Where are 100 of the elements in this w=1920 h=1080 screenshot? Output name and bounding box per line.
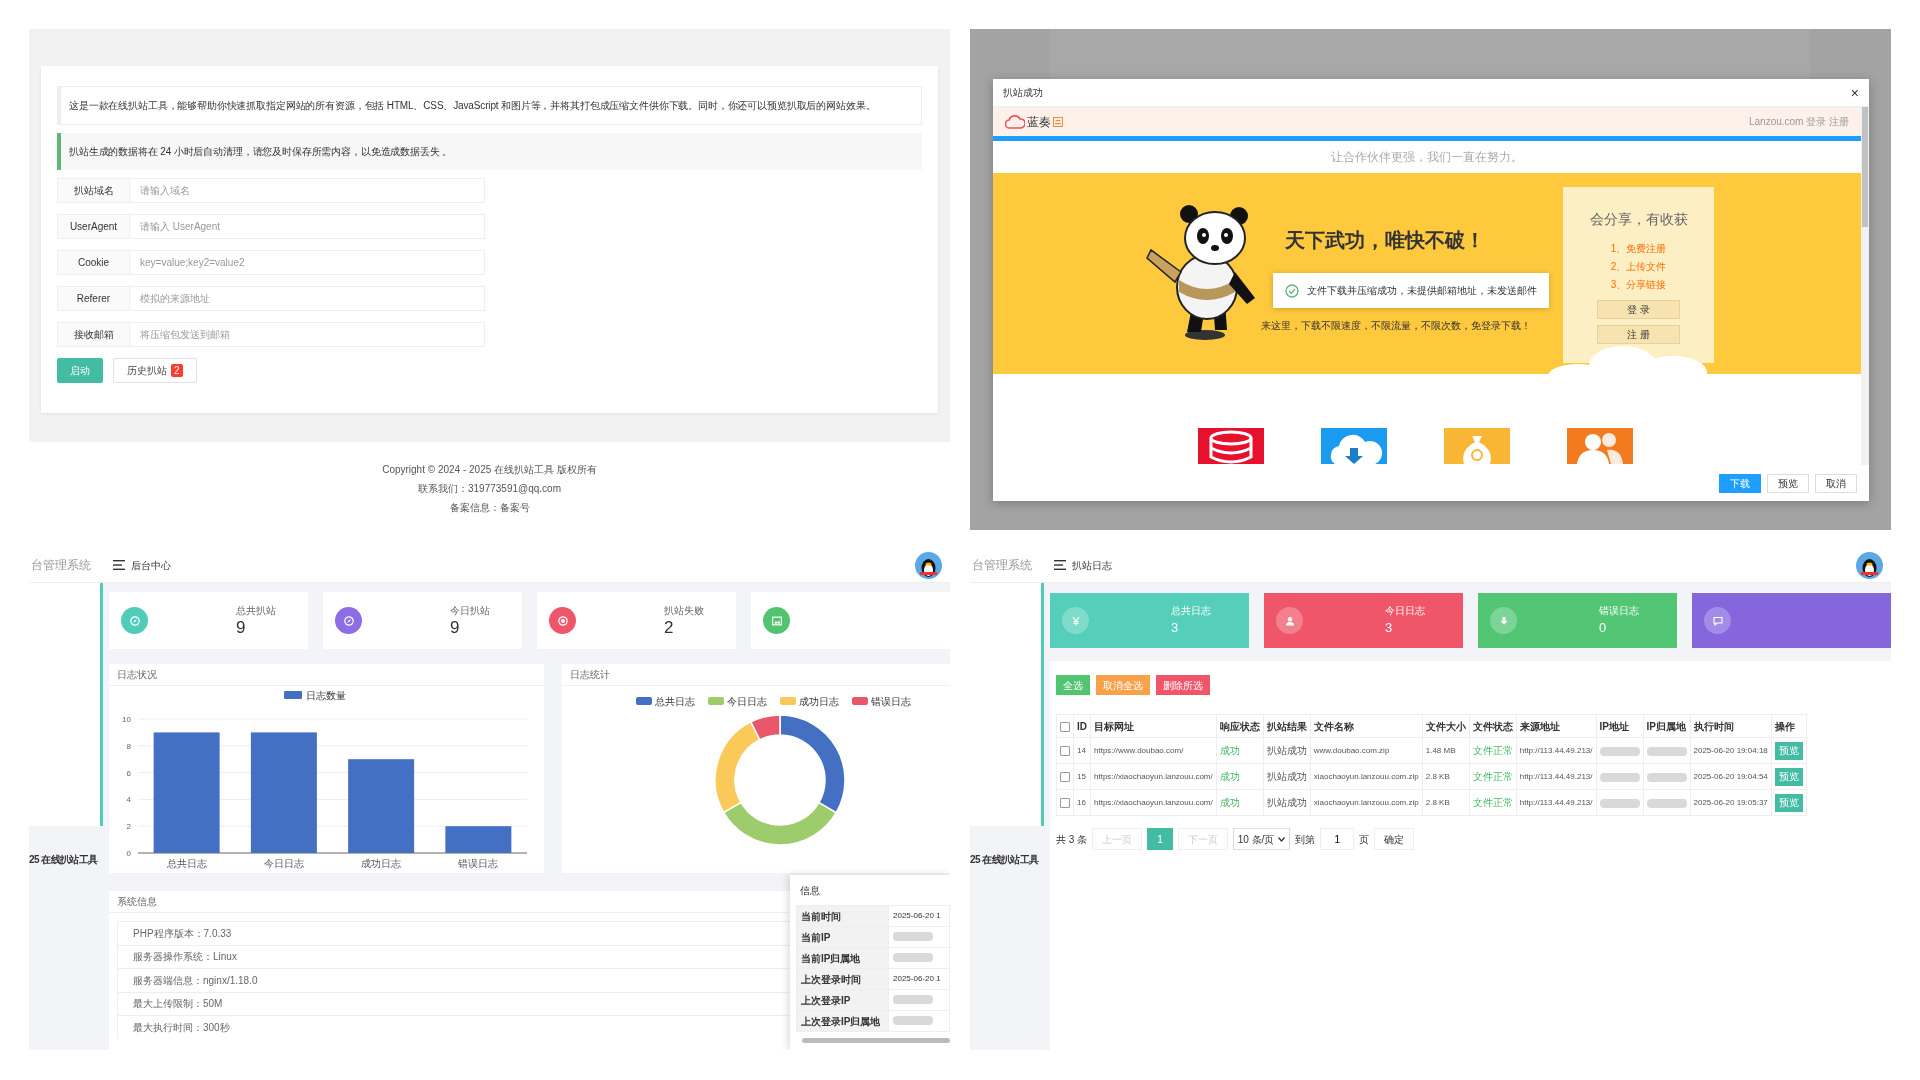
stat-label: 今日扒站: [450, 603, 490, 618]
action-button[interactable]: 删除所选: [1156, 675, 1210, 695]
checkbox[interactable]: [1060, 798, 1070, 809]
legend-label: 今日日志: [727, 696, 767, 707]
checkbox[interactable]: [1060, 772, 1070, 783]
legend-label: 错误日志: [871, 696, 911, 707]
axis-tick-label: 0: [126, 849, 131, 858]
stat-label: 扒站失败: [664, 603, 704, 618]
horizontal-scrollbar[interactable]: [802, 1038, 950, 1043]
toast-text: 文件下载并压缩成功，未提供邮箱地址，未发送邮件: [1307, 284, 1537, 298]
money-bag-icon: [1444, 428, 1510, 464]
confirm-button[interactable]: 确定: [1374, 828, 1415, 850]
stat-value: 0: [1599, 619, 1608, 638]
stat-label: 错误日志: [1599, 604, 1639, 619]
avatar-icon[interactable]: [1856, 551, 1883, 579]
field-label: Cookie: [57, 250, 130, 275]
card-title: 系统信息: [117, 895, 157, 909]
row-label: 当前时间: [796, 905, 889, 927]
start-button[interactable]: 启动: [57, 358, 103, 383]
scrollbar-thumb[interactable]: [1862, 107, 1868, 227]
legend-label: 成功日志: [799, 696, 839, 707]
stat-value: 9: [450, 617, 461, 639]
column-header: IP归属地: [1643, 714, 1690, 738]
axis-tick-label: 6: [126, 768, 131, 778]
notice: 这是一款在线扒站工具，能够帮助你快速抓取指定网站的所有资源，包括 HTML、CSS、JavaScript 和图片等，并将其打包成压缩文件供你下载。同时，你还可以预览扒取后的网站效果。: [57, 86, 922, 125]
page-title: 扒站日志: [1072, 558, 1112, 573]
download-icon: [1490, 607, 1517, 634]
stat-value: 3: [1385, 619, 1394, 638]
notice: 扒站生成的数据将在 24 小时后自动清理，请您及时保存所需内容，以免造成数据丢失 。: [57, 133, 922, 170]
column-header: 文件名称: [1310, 714, 1423, 738]
header-links: Lanzou.com 登录 注册: [1748, 115, 1849, 129]
action-button[interactable]: 全选: [1056, 675, 1090, 695]
table-cell: http://113.44.49.213/: [1516, 789, 1596, 816]
history-button[interactable]: 历史扒站 2: [113, 358, 197, 383]
input-field[interactable]: 将压缩包发送到邮箱: [130, 322, 485, 347]
row-label: 当前IP: [796, 926, 889, 948]
table-cell: https://xiaochaoyun.lanzouu.com/: [1090, 789, 1217, 816]
input-field[interactable]: 请输入 UserAgent: [130, 214, 485, 239]
dialog-button[interactable]: 预览: [1767, 473, 1809, 493]
sidebar-footer-text: 25 在线扒站工具: [970, 853, 1040, 867]
field-label: 扒站域名: [57, 178, 130, 203]
column-header: 文件大小: [1422, 714, 1470, 738]
avatar-icon[interactable]: [915, 551, 942, 579]
column-header: 执行时间: [1690, 714, 1772, 738]
table-cell: 14: [1073, 737, 1091, 764]
dialog-button[interactable]: 取消: [1815, 473, 1857, 493]
blurred-value: [1599, 746, 1640, 756]
menu-icon[interactable]: [113, 560, 125, 570]
input-field[interactable]: 请输入域名: [130, 178, 485, 203]
field-label: UserAgent: [57, 214, 130, 239]
axis-tick-label: 2: [126, 822, 131, 832]
preview-button[interactable]: 预览: [1774, 793, 1803, 812]
column-header: ID: [1073, 714, 1091, 738]
user-icon: [1276, 607, 1303, 634]
column-header: IP地址: [1596, 714, 1643, 738]
blurred-value: [893, 995, 933, 1005]
legend-swatch: [780, 697, 796, 705]
preview-button[interactable]: 预览: [1774, 741, 1803, 760]
row-label: 上次登录时间: [796, 968, 889, 990]
brand-text: 台管理系统: [29, 548, 103, 583]
checkbox[interactable]: [1060, 721, 1070, 732]
column-header: 来源地址: [1516, 714, 1596, 738]
cloud-download-icon: [1321, 428, 1387, 464]
table-cell: 成功: [1216, 737, 1264, 764]
blurred-value: [1646, 772, 1687, 782]
table-cell: http://113.44.49.213/: [1516, 737, 1596, 764]
logo-mark-icon: [1053, 116, 1063, 127]
table-cell: 扒站成功: [1263, 763, 1311, 790]
register-button[interactable]: 注 册: [1597, 325, 1681, 344]
table-cell: 扒站成功: [1263, 789, 1311, 816]
action-button[interactable]: 取消全选: [1096, 675, 1150, 695]
input-field[interactable]: 模拟的来源地址: [130, 286, 485, 311]
legend-swatch: [636, 697, 652, 705]
dialog-button[interactable]: 下载: [1719, 473, 1761, 493]
preview-button[interactable]: 预览: [1774, 767, 1803, 786]
page-input[interactable]: 1: [1320, 828, 1355, 850]
page-button[interactable]: 1: [1147, 828, 1173, 850]
card-title: 日志统计: [570, 668, 610, 682]
column-header: 响应状态: [1216, 714, 1264, 738]
axis-tick-label: 8: [126, 741, 131, 751]
table-cell: https://xiaochaoyun.lanzouu.com/: [1090, 763, 1217, 790]
table-cell: http://113.44.49.213/: [1516, 763, 1596, 790]
login-button[interactable]: 登 录: [1597, 300, 1681, 319]
table-cell: www.doubao.com.zip: [1310, 737, 1423, 764]
users-icon: [1567, 428, 1633, 464]
column-header: 操作: [1771, 714, 1807, 738]
axis-category-label: 错误日志: [458, 858, 499, 869]
banner-headline: 天下武功，唯快不破！: [1285, 228, 1486, 253]
input-field[interactable]: key=value;key2=value2: [130, 250, 485, 275]
column-header: 文件状态: [1469, 714, 1517, 738]
table-cell: xiaochaoyun.lanzouu.com.zip: [1310, 789, 1423, 816]
menu-icon[interactable]: [1054, 560, 1066, 570]
stat-label: 总共日志: [1171, 604, 1211, 619]
page-size-select[interactable]: 10 条/页: [1232, 828, 1291, 850]
close-button[interactable]: ×: [1850, 85, 1859, 100]
checkbox[interactable]: [1060, 746, 1070, 757]
signup-step: 3、分享链接: [1563, 276, 1714, 294]
blurred-value: [893, 932, 933, 942]
yen-icon: [1062, 607, 1089, 634]
check-circle-icon: [1285, 283, 1299, 298]
